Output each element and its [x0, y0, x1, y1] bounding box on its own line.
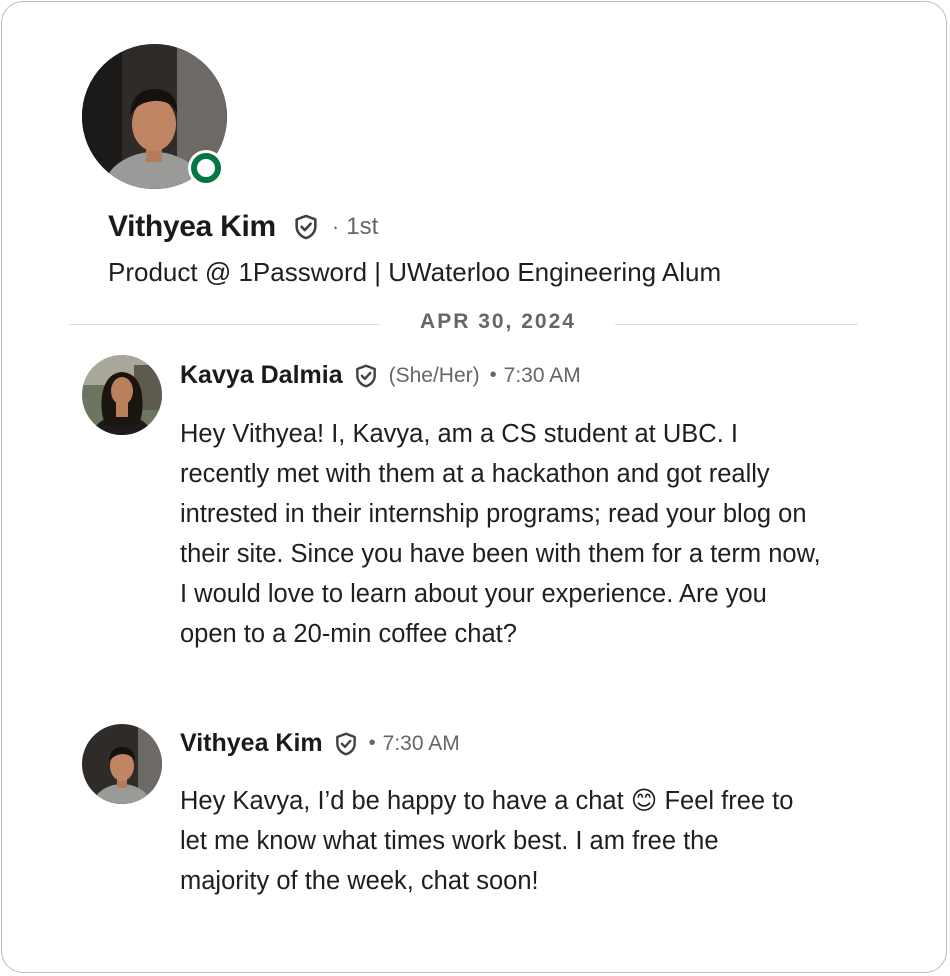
message-timestamp: 7:30 AM	[382, 731, 460, 755]
conversation-card: Vithyea Kim · 1st Product @ 1Password | …	[1, 1, 947, 973]
divider-line-left	[69, 324, 380, 325]
profile-name[interactable]: Vithyea Kim	[108, 210, 276, 244]
date-divider-label: APR 30, 2024	[420, 310, 576, 333]
message-timestamp: 7:30 AM	[503, 363, 581, 387]
message-sender-name[interactable]: Kavya Dalmia	[180, 361, 343, 390]
connection-degree: 1st	[346, 213, 379, 240]
meta-bullet: •	[489, 364, 497, 386]
online-status-indicator	[188, 150, 224, 186]
message-sender-pronouns: (She/Her)	[388, 363, 480, 387]
meta-bullet: •	[368, 732, 376, 754]
verified-shield-icon[interactable]	[292, 213, 320, 241]
profile-headline: Product @ 1Password | UWaterloo Engineer…	[108, 257, 722, 287]
verified-shield-icon[interactable]	[353, 363, 379, 389]
verified-shield-icon[interactable]	[333, 731, 359, 757]
sender-avatar[interactable]	[82, 724, 162, 804]
name-separator: ·	[331, 214, 340, 239]
message-body: Hey Kavya, I’d be happy to have a chat 😊…	[180, 787, 794, 895]
divider-line-right	[615, 324, 858, 325]
message-body: Hey Vithyea! I, Kavya, am a CS student a…	[180, 420, 821, 648]
sender-avatar[interactable]	[82, 355, 162, 435]
message-sender-name[interactable]: Vithyea Kim	[180, 729, 323, 758]
